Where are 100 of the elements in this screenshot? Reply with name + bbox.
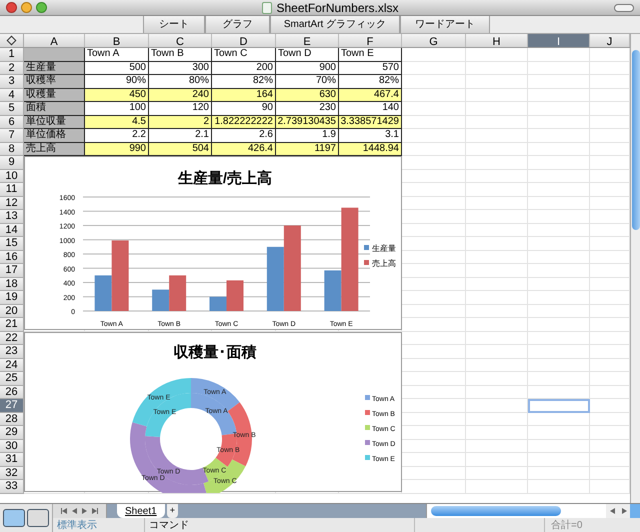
row-header[interactable]: 20 — [0, 304, 24, 318]
row-header[interactable]: 22 — [0, 332, 24, 345]
add-sheet-button[interactable]: + — [166, 504, 178, 518]
row-header[interactable]: 28 — [0, 412, 24, 426]
grid-cell — [528, 318, 590, 332]
vertical-scrollbar[interactable] — [630, 34, 640, 503]
grid-cell — [466, 250, 528, 264]
sheet-tab[interactable]: Sheet1 — [117, 504, 165, 518]
normal-view-button[interactable] — [3, 509, 25, 527]
row-header[interactable]: 11 — [0, 183, 24, 196]
table-cell: 240 — [149, 88, 212, 102]
row-header[interactable]: 18 — [0, 278, 24, 291]
close-icon[interactable] — [6, 2, 17, 13]
row-header[interactable]: 10 — [0, 170, 24, 183]
row-header[interactable]: 32 — [0, 466, 24, 480]
table-cell: 単位収量 — [24, 116, 85, 129]
row-header[interactable]: 27 — [0, 399, 24, 412]
horizontal-scroll-thumb[interactable] — [431, 506, 561, 516]
row-header[interactable]: 16 — [0, 250, 24, 264]
table-cell: 164 — [212, 88, 276, 102]
selected-cell[interactable] — [528, 399, 590, 412]
toolbar-toggle-icon[interactable] — [614, 4, 634, 12]
row-header[interactable]: 1 — [0, 48, 24, 62]
row-header[interactable]: 24 — [0, 358, 24, 372]
column-header[interactable]: E — [276, 34, 339, 47]
row-header[interactable]: 13 — [0, 210, 24, 224]
grid-cell — [466, 88, 528, 102]
grid-cell — [528, 237, 590, 250]
grid-cell — [528, 142, 590, 156]
grid-cell — [528, 466, 590, 480]
previous-sheet-icon[interactable] — [71, 508, 78, 514]
grid-cell — [528, 250, 590, 264]
grid-cell — [466, 278, 528, 291]
column-header[interactable]: H — [466, 34, 528, 47]
row-header[interactable]: 6 — [0, 116, 24, 129]
row-header[interactable]: 25 — [0, 372, 24, 386]
ribbon-tab[interactable]: SmartArt グラフィック — [270, 16, 400, 33]
column-header[interactable]: J — [590, 34, 630, 47]
row-header[interactable]: 21 — [0, 318, 24, 332]
column-header[interactable]: B — [85, 34, 149, 47]
scroll-left-icon[interactable] — [608, 508, 616, 514]
mode-label: コマンド — [145, 518, 415, 532]
table-cell: 3.338571429 — [339, 116, 402, 129]
row-header[interactable]: 29 — [0, 426, 24, 440]
row-header[interactable]: 2 — [0, 62, 24, 75]
column-header[interactable]: I — [528, 34, 590, 47]
select-all-icon[interactable] — [0, 34, 24, 47]
column-header[interactable]: G — [402, 34, 466, 47]
grid-cell — [24, 48, 85, 62]
row-header[interactable]: 31 — [0, 453, 24, 466]
row-header[interactable]: 7 — [0, 129, 24, 142]
row-header[interactable]: 4 — [0, 88, 24, 102]
grid-cell — [528, 129, 590, 142]
last-sheet-icon[interactable] — [91, 508, 98, 514]
table-cell: 450 — [85, 88, 149, 102]
table-cell: 1.822222222 — [212, 116, 276, 129]
row-header[interactable]: 9 — [0, 156, 24, 170]
minimize-icon[interactable] — [21, 2, 32, 13]
table-cell: 200 — [212, 62, 276, 75]
grid-cell — [466, 183, 528, 196]
table-cell: 300 — [149, 62, 212, 75]
page-layout-button[interactable] — [27, 509, 49, 527]
column-header[interactable]: A — [24, 34, 85, 47]
grid-cell — [466, 237, 528, 250]
row-header[interactable]: 14 — [0, 224, 24, 237]
grid-cell — [466, 291, 528, 304]
row-header[interactable]: 26 — [0, 386, 24, 399]
next-sheet-icon[interactable] — [81, 508, 88, 514]
legend-label: 売上高 — [372, 259, 396, 268]
grid-cell — [528, 170, 590, 183]
row-header[interactable]: 5 — [0, 102, 24, 116]
row-header[interactable]: 30 — [0, 440, 24, 453]
scroll-thumb[interactable] — [632, 50, 640, 230]
grid-cell — [466, 318, 528, 332]
grid-cell — [528, 345, 590, 358]
table-cell: 426.4 — [212, 142, 276, 156]
row-header[interactable]: 3 — [0, 75, 24, 88]
first-sheet-icon[interactable] — [61, 508, 68, 514]
ribbon-tab[interactable]: グラフ — [205, 16, 270, 33]
grid-cell — [528, 156, 590, 170]
column-header[interactable]: D — [212, 34, 276, 47]
row-header[interactable]: 33 — [0, 480, 24, 494]
table-cell: 単位価格 — [24, 129, 85, 142]
row-header[interactable]: 12 — [0, 196, 24, 210]
row-header[interactable]: 17 — [0, 264, 24, 278]
table-cell: 1197 — [276, 142, 339, 156]
grid-cell — [528, 304, 590, 318]
zoom-icon[interactable] — [36, 2, 47, 13]
column-header[interactable]: F — [339, 34, 402, 47]
row-header[interactable]: 8 — [0, 142, 24, 156]
row-header[interactable]: 19 — [0, 291, 24, 304]
column-header[interactable]: C — [149, 34, 212, 47]
scroll-right-icon[interactable] — [620, 508, 628, 514]
ribbon-tab[interactable]: シート — [143, 16, 205, 33]
grid-cell — [466, 224, 528, 237]
row-header[interactable]: 15 — [0, 237, 24, 250]
row-header[interactable]: 23 — [0, 345, 24, 358]
grid-cell — [402, 62, 466, 75]
ribbon-tab[interactable]: ワードアート — [400, 16, 490, 33]
grid-cell — [528, 75, 590, 88]
